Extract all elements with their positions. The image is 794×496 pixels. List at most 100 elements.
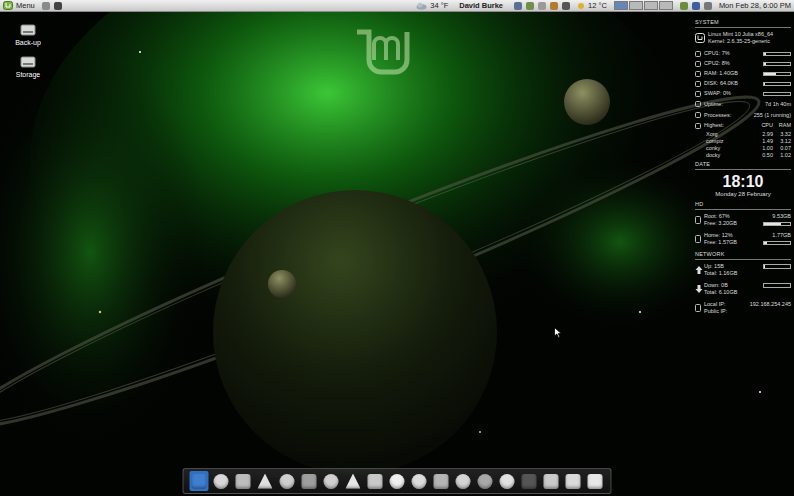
ip-row: Local IP:192.168.254.245Public IP: — [695, 299, 791, 317]
dock-item[interactable] — [410, 471, 429, 491]
workspace-switcher — [614, 1, 673, 10]
terminal-icon[interactable] — [54, 2, 62, 10]
top-column: CPU — [758, 122, 773, 129]
conky-monitor: SYSTEMLinux Mint 10 Julia x86_64Kernel: … — [695, 17, 791, 317]
process-cpu: 2.99 — [758, 131, 773, 137]
meter-label: CPU1: 7% — [704, 50, 763, 57]
dock-item[interactable] — [520, 471, 539, 491]
disk-row: Root: 67%9.53GBFree: 3.20GB — [695, 211, 791, 229]
desktop-icon[interactable]: Back-up — [15, 24, 41, 46]
menu-label: Menu — [16, 2, 35, 10]
process-row: Xorg2.993.32 — [695, 131, 791, 137]
chat-icon[interactable] — [526, 2, 534, 10]
local-ip: 192.168.254.245 — [750, 301, 791, 308]
hard-disk-icon — [695, 216, 701, 224]
swap-icon — [695, 91, 701, 97]
trash-icon — [588, 474, 603, 489]
uptime-icon — [695, 101, 701, 107]
meter-bar — [763, 92, 791, 96]
tape-icon — [236, 474, 251, 489]
network-graph — [763, 264, 791, 269]
dock-item[interactable] — [542, 471, 561, 491]
desktop: Back-up Storage SYSTEMLinux Mint 10 Julia … — [0, 12, 794, 496]
mint-logo-icon — [695, 33, 705, 43]
meter-bar — [763, 62, 791, 66]
battery-icon[interactable] — [680, 2, 688, 10]
meter-label: RAM: 1.40GB — [704, 70, 763, 77]
drive-icon — [20, 56, 36, 68]
cpu-icon — [695, 61, 701, 67]
processes-icon — [695, 112, 701, 118]
dock-item[interactable] — [586, 471, 605, 491]
dock-item[interactable] — [300, 471, 319, 491]
process-ram: 1.02 — [776, 152, 791, 158]
desktop-icon-label: Storage — [16, 71, 41, 78]
section-title: DATE — [695, 161, 791, 170]
top-label: Highest: — [704, 122, 758, 129]
meter-bar — [763, 52, 791, 56]
volume-icon[interactable] — [562, 2, 570, 10]
section-title: HD — [695, 201, 791, 210]
meter-label: SWAP: 0% — [704, 90, 763, 97]
workspace[interactable] — [629, 1, 643, 10]
network-icon[interactable] — [514, 2, 522, 10]
workspace[interactable] — [614, 1, 628, 10]
dock-item[interactable] — [498, 471, 517, 491]
process-cpu: 1.49 — [758, 138, 773, 144]
dock-item[interactable] — [388, 471, 407, 491]
dock-item[interactable] — [212, 471, 231, 491]
files-icon[interactable] — [42, 2, 50, 10]
top-column: RAM — [776, 122, 791, 129]
workspace[interactable] — [659, 1, 673, 10]
dock-item[interactable] — [190, 471, 209, 491]
down-arrow-icon — [695, 284, 703, 294]
bluetooth-icon[interactable] — [692, 2, 700, 10]
disk-icon — [566, 474, 581, 489]
cpu-icon — [695, 51, 701, 57]
meter-row: CPU1: 7% — [695, 49, 791, 58]
process-row: docky0.501.02 — [695, 152, 791, 158]
network-graph — [763, 283, 791, 288]
disk-icon — [695, 81, 701, 87]
local-ip-label: Local IP: — [704, 301, 725, 308]
mail-icon — [412, 474, 427, 489]
disk-free: Free: 1.57GB — [704, 239, 737, 246]
update-icon[interactable] — [550, 2, 558, 10]
weather-applet[interactable]: 34 °F — [416, 1, 448, 10]
anchor-icon — [192, 474, 207, 489]
mail-icon[interactable] — [538, 2, 546, 10]
process-cpu: 0.50 — [758, 152, 773, 158]
power-icon[interactable] — [704, 2, 712, 10]
network-total: Total: 1.16GB — [704, 270, 737, 277]
dock-item[interactable] — [454, 471, 473, 491]
dock-item[interactable] — [322, 471, 341, 491]
dock-item[interactable] — [432, 471, 451, 491]
dock-item[interactable] — [234, 471, 253, 491]
desktop-icon[interactable]: Storage — [16, 56, 41, 78]
process-ram: 3.32 — [776, 131, 791, 137]
workspace[interactable] — [644, 1, 658, 10]
dock-item[interactable] — [564, 471, 583, 491]
desktop-icons: Back-up Storage — [8, 24, 48, 78]
meter-label: CPU2: 8% — [704, 60, 763, 67]
disk-used: Root: 67% — [704, 213, 730, 220]
network-row: Down: 0BTotal: 6.10GB — [695, 280, 791, 298]
meter-bar — [763, 72, 791, 76]
stat-label: Uptime: — [704, 101, 765, 108]
user-name[interactable]: David Burke — [459, 1, 503, 10]
meter-row: DISK: 64.0KB — [695, 79, 791, 88]
panel-clock[interactable]: Mon Feb 28, 6:00 PM — [719, 1, 791, 10]
system-info: Linux Mint 10 Julia x86_64Kernel: 2.6.35… — [695, 29, 791, 48]
dock-item[interactable] — [256, 471, 275, 491]
menu-button[interactable]: Menu — [3, 1, 38, 10]
cloud-icon — [416, 2, 427, 10]
dock-item[interactable] — [366, 471, 385, 491]
distro: Linux Mint 10 Julia x86_64 — [708, 31, 773, 38]
dock-item[interactable] — [476, 471, 495, 491]
temperature-applet[interactable]: 12 °C — [577, 1, 607, 10]
dock-item[interactable] — [278, 471, 297, 491]
star-icon — [695, 123, 701, 129]
top-header: Highest:CPURAM — [695, 121, 791, 130]
disk-bar — [763, 241, 791, 245]
dock-item[interactable] — [344, 471, 363, 491]
